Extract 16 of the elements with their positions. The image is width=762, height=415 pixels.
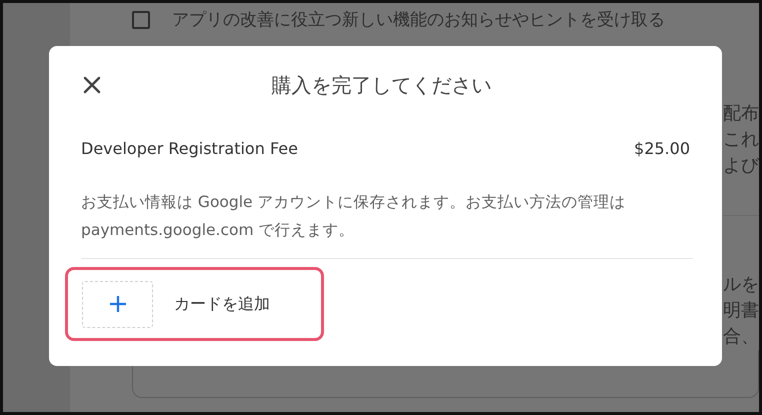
dialog-title: 購入を完了してください [270, 72, 492, 98]
checkbox-label: アプリの改善に役立つ新しい機能のお知らせやヒントを受け取る [172, 9, 665, 32]
text-fragment: これ [723, 128, 759, 152]
add-card-button[interactable]: カードを追加 [65, 267, 324, 341]
text-fragment: 明書 [723, 299, 759, 324]
text-fragment: 合、 [723, 325, 759, 350]
close-icon [83, 76, 101, 94]
text-fragment: 配布 [723, 102, 759, 126]
checkbox[interactable] [132, 10, 150, 29]
item-name: Developer Registration Fee [81, 138, 298, 158]
text-fragment: ルを [723, 273, 759, 298]
payment-note: お支払い情報は Google アカウントに保存されます。お支払い方法の管理は payments.google.com で行えます。 [81, 192, 627, 241]
item-price: $25.00 [634, 138, 690, 158]
text-fragment: よび [723, 154, 759, 178]
close-button[interactable] [81, 74, 103, 96]
plus-icon [108, 295, 126, 313]
